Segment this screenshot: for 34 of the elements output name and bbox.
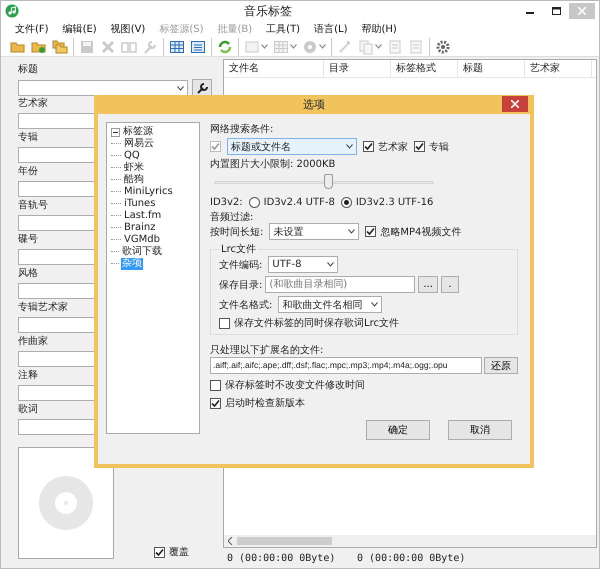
checkbox-label: 覆盖	[169, 546, 189, 559]
status-text: 0 (00:00:00 0Byte)	[226, 552, 336, 564]
field-label: 专辑	[18, 131, 38, 144]
field-label: 年份	[18, 165, 38, 178]
checkbox-label: 保存文件标签的同时保存歌词Lrc文件	[234, 316, 399, 330]
radio-label: ID3v2.3 UTF-16	[356, 197, 434, 208]
section-label: 网络搜索条件:	[210, 122, 274, 136]
window-title: 音乐标签	[243, 2, 293, 20]
field-label: 保存目录:	[219, 278, 262, 292]
field-label: 只处理以下扩展名的文件:	[210, 344, 324, 357]
checkbox-label: 专辑	[429, 140, 449, 154]
status-text: 0 (00:00:00 0Byte)	[356, 552, 466, 564]
field-label: 作曲家	[18, 335, 48, 348]
field-label: 文件编码:	[219, 258, 262, 272]
field-label: 专辑艺术家	[18, 301, 68, 314]
field-label: 按时间长短:	[210, 226, 264, 238]
dialog-title: 选项	[303, 97, 325, 112]
section-label: 音频过滤:	[210, 210, 254, 224]
field-label: 碟号	[18, 233, 38, 246]
field-label: 文件名格式:	[219, 298, 272, 312]
checkbox-label: 保存标签时不改变文件修改时间	[225, 378, 365, 392]
checkbox-label: 艺术家	[378, 140, 408, 154]
checkbox-label: 忽略MP4视频文件	[380, 226, 462, 238]
field-label: 注释	[18, 369, 38, 382]
field-label: 歌词	[18, 403, 38, 416]
field-label: ID3v2:	[210, 197, 243, 208]
checkbox-label: 启动时检查新版本	[225, 396, 305, 410]
group-title: Lrc文件	[220, 242, 257, 256]
radio-label: ID3v2.4 UTF-8	[264, 197, 335, 208]
field-label: 风格	[18, 267, 38, 280]
field-label: 标题	[18, 63, 38, 76]
field-label: 艺术家	[18, 97, 48, 110]
slider-label: 内置图片大小限制: 2000KB	[210, 158, 336, 171]
field-label: 音轨号	[18, 199, 48, 212]
